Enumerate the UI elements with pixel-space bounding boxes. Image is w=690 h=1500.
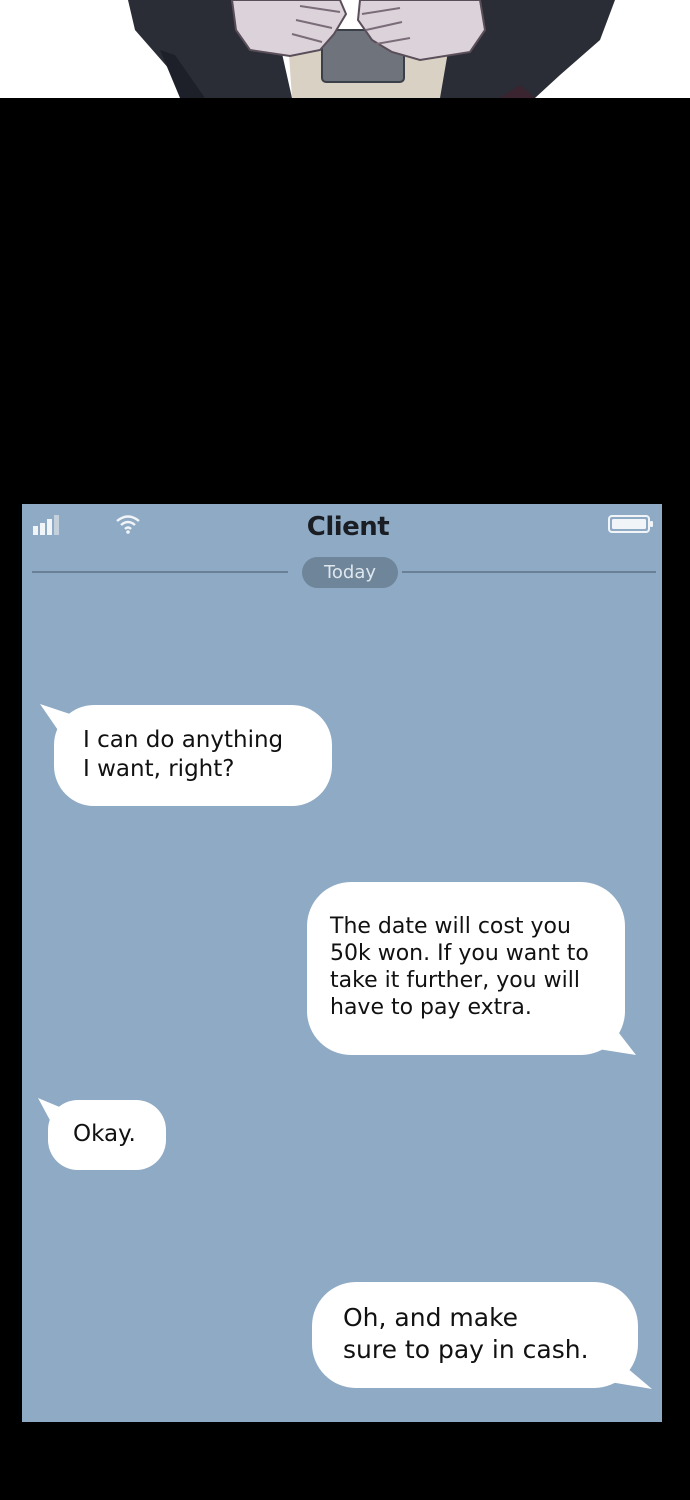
outgoing-message-text: The date will cost you 50k won. If you w… <box>330 914 589 1020</box>
battery-icon <box>608 515 653 533</box>
date-divider-left <box>32 571 288 573</box>
incoming-message-text: I can do anything I want, right? <box>83 727 284 782</box>
incoming-message-text: Okay. <box>73 1121 136 1147</box>
status-bar: Client <box>22 504 662 548</box>
phone-chat-screen: Client Today I can do anything I want, r… <box>22 504 662 1422</box>
date-separator-badge: Today <box>302 557 398 588</box>
hands-holding-phone-illustration <box>128 0 615 98</box>
outgoing-message-text: Oh, and make sure to pay in cash. <box>343 1303 589 1364</box>
date-divider-right <box>402 571 656 573</box>
comic-panel-hands-holding-phone <box>0 0 690 98</box>
chat-contact-name: Client <box>306 512 390 542</box>
